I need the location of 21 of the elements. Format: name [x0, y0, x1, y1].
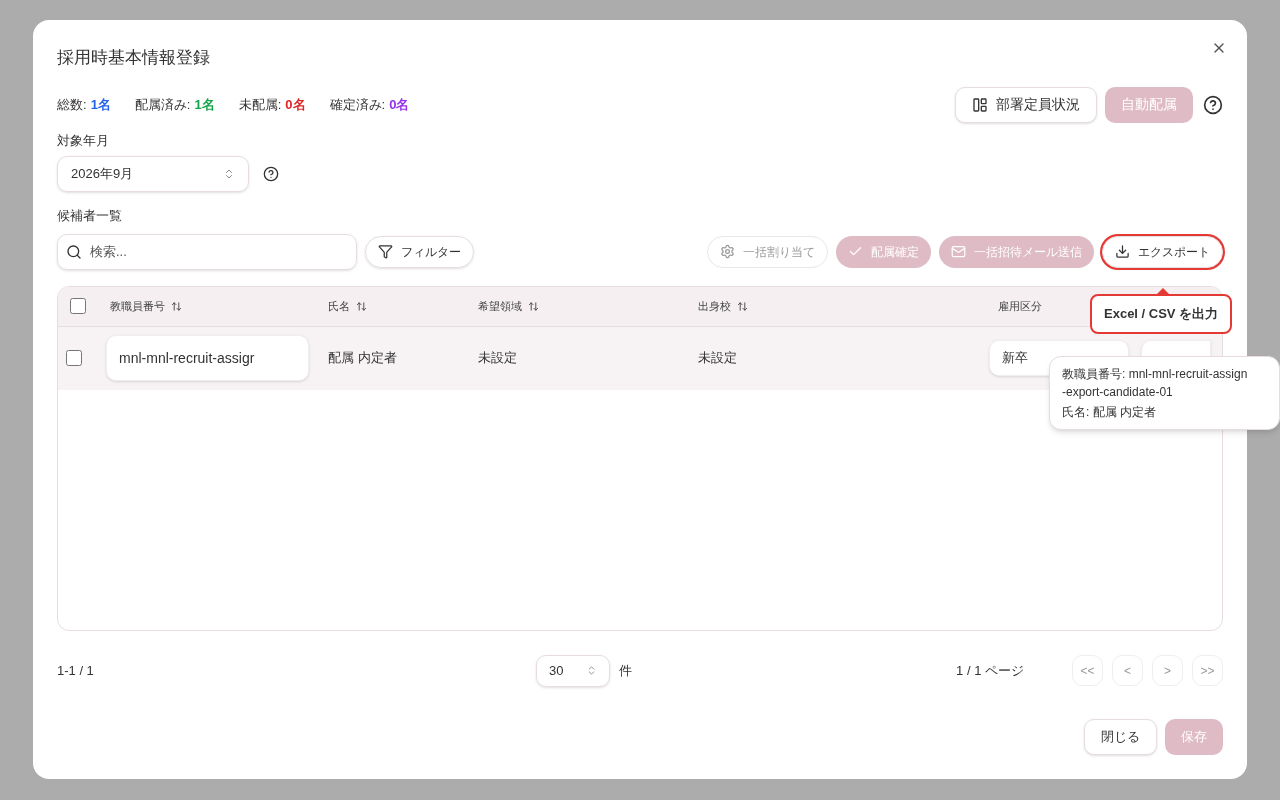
stat-value: 1名	[90, 95, 111, 114]
tooltip-line: 教職員番号: mnl-mnl-recruit-assign	[1062, 366, 1249, 383]
table-cell: 未設定	[698, 350, 737, 366]
stat-label: 配属済み:	[134, 95, 191, 114]
stat-label: 総数:	[57, 95, 87, 114]
period-label: 対象年月	[57, 131, 110, 150]
stat-value: 1名	[194, 95, 215, 114]
stat-label: 確定済み:	[329, 95, 386, 114]
stat-value: 0名	[389, 95, 410, 114]
stat-label: 未配属:	[238, 95, 282, 114]
export-tooltip: Excel / CSV を出力	[1090, 294, 1233, 334]
list-title: 候補者一覧	[57, 207, 123, 225]
tooltip-line: 氏名: 配属 内定者	[1062, 404, 1157, 421]
dialog-title: 採用時基本情報登録	[57, 47, 210, 69]
tooltip-line: -export-candidate-01	[1062, 384, 1174, 401]
page-size-unit: 件	[619, 661, 632, 680]
table-cell: 未設定	[478, 350, 517, 366]
table-cell: 配属 内定者	[328, 350, 397, 366]
stat-value: 0名	[285, 95, 306, 114]
page-text: 1 / 1 ページ	[956, 661, 1024, 680]
range-text: 1-1 / 1	[57, 661, 95, 680]
